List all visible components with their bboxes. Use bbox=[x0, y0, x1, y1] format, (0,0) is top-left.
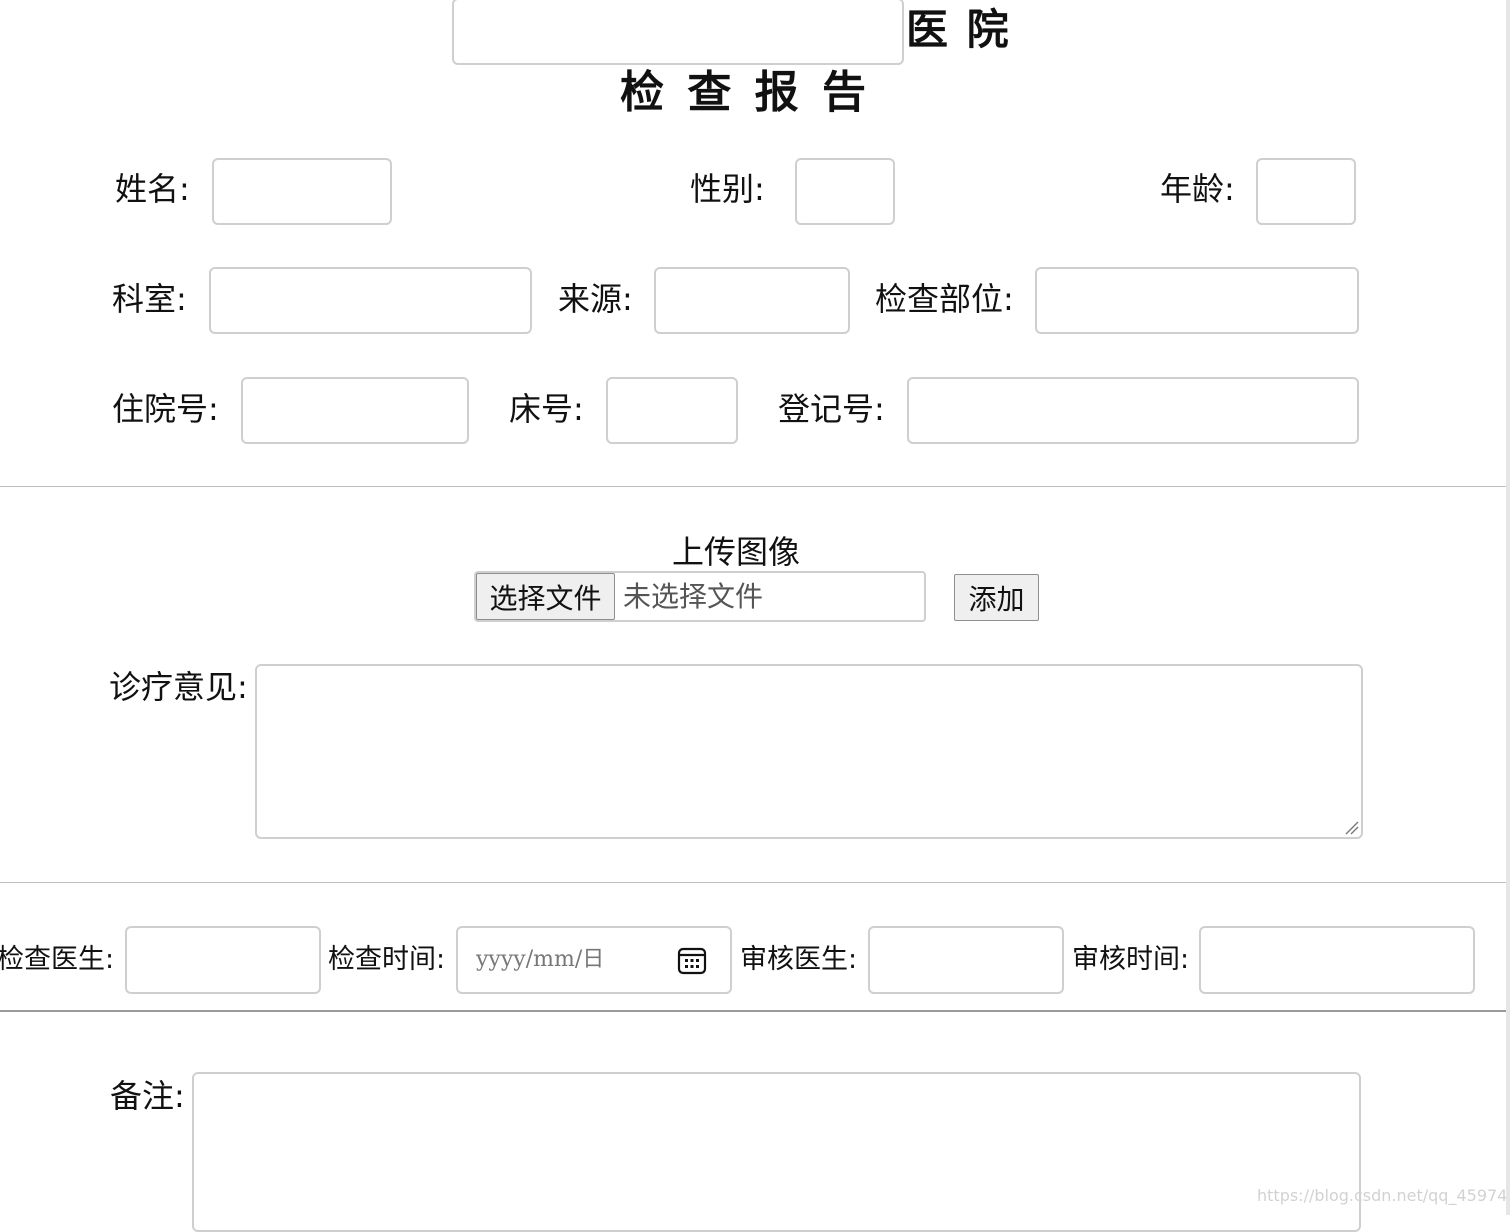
remarks-textarea[interactable] bbox=[192, 1072, 1361, 1232]
age-input[interactable] bbox=[1256, 158, 1356, 225]
review-doctor-label: 审核医生: bbox=[740, 944, 858, 975]
registration-no-input[interactable] bbox=[907, 377, 1359, 444]
gender-label: 性别: bbox=[690, 170, 765, 208]
diagnosis-label: 诊疗意见: bbox=[109, 668, 248, 706]
resize-handle-icon[interactable] bbox=[1343, 819, 1359, 835]
inpatient-no-label: 住院号: bbox=[112, 390, 219, 428]
watermark: https://blog.csdn.net/qq_45974279 bbox=[1257, 1186, 1510, 1205]
remarks-label: 备注: bbox=[110, 1077, 185, 1115]
bed-no-input[interactable] bbox=[606, 377, 738, 444]
source-label: 来源: bbox=[558, 280, 633, 318]
exam-time-label: 检查时间: bbox=[328, 944, 446, 975]
page-right-edge bbox=[1506, 0, 1510, 1215]
upload-title: 上传图像 bbox=[672, 533, 801, 571]
source-input[interactable] bbox=[654, 267, 850, 334]
exam-doctor-label: 检查医生: bbox=[0, 944, 115, 975]
exam-site-input[interactable] bbox=[1035, 267, 1359, 334]
department-label: 科室: bbox=[112, 280, 187, 318]
age-label: 年龄: bbox=[1160, 170, 1235, 208]
choose-file-button[interactable]: 选择文件 bbox=[476, 573, 615, 620]
divider-3 bbox=[0, 1010, 1510, 1012]
review-time-label: 审核时间: bbox=[1072, 944, 1190, 975]
bed-no-label: 床号: bbox=[509, 390, 584, 428]
report-title: 检 查 报 告 bbox=[620, 67, 870, 118]
date-placeholder: yyyy/mm/日 bbox=[476, 947, 605, 972]
calendar-icon[interactable] bbox=[676, 944, 708, 976]
name-label: 姓名: bbox=[115, 170, 190, 208]
exam-site-label: 检查部位: bbox=[875, 280, 1014, 318]
hospital-suffix: 医 院 bbox=[906, 5, 1011, 54]
review-doctor-input[interactable] bbox=[868, 926, 1064, 994]
divider-2 bbox=[0, 882, 1510, 883]
gender-input[interactable] bbox=[795, 158, 895, 225]
name-input[interactable] bbox=[212, 158, 392, 225]
department-input[interactable] bbox=[209, 267, 532, 334]
add-image-button[interactable]: 添加 bbox=[954, 574, 1039, 621]
diagnosis-textarea[interactable] bbox=[255, 664, 1363, 839]
divider-1 bbox=[0, 486, 1510, 487]
registration-no-label: 登记号: bbox=[778, 390, 885, 428]
hospital-name-input[interactable] bbox=[452, 0, 904, 65]
exam-doctor-input[interactable] bbox=[125, 926, 321, 994]
review-time-input[interactable] bbox=[1199, 926, 1475, 994]
no-file-text: 未选择文件 bbox=[623, 580, 764, 613]
inpatient-no-input[interactable] bbox=[241, 377, 469, 444]
exam-time-input[interactable]: yyyy/mm/日 bbox=[456, 926, 732, 994]
